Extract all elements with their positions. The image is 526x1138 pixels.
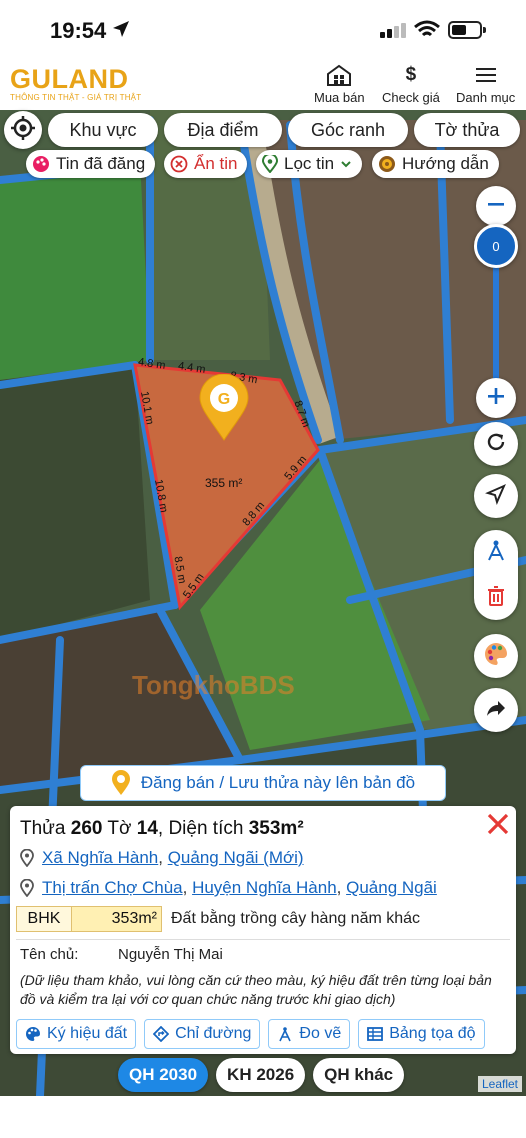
area-label: 355 m² [205, 476, 243, 490]
status-bar: 19:54 [0, 0, 526, 60]
post-parcel-button[interactable]: Đăng bán / Lưu thửa này lên bản đồ [80, 765, 446, 801]
navigation-arrow-icon [485, 483, 507, 510]
close-card-button[interactable] [484, 810, 512, 838]
refresh-button[interactable] [474, 422, 518, 466]
svg-text:G: G [218, 391, 230, 408]
mua-ban-button[interactable]: Mua bán [314, 64, 365, 105]
directions-icon [153, 1026, 170, 1042]
table-icon [367, 1026, 384, 1042]
trash-icon[interactable] [486, 585, 506, 612]
disclaimer-note: (Dữ liệu tham khảo, vui lòng căn cứ theo… [20, 972, 492, 1007]
land-code-badge: BHK [16, 906, 72, 932]
danh-muc-button[interactable]: Danh mục [456, 64, 515, 105]
guland-logo[interactable]: GULAND THÔNG TIN THẬT - GIÁ TRỊ THẬT [10, 64, 141, 102]
navigate-button[interactable] [474, 474, 518, 518]
posted-listings-chip[interactable]: Tin đã đăng [26, 150, 156, 178]
tab-dia-diem[interactable]: Địa điểm [164, 113, 282, 147]
chevron-down-icon [340, 154, 352, 174]
share-arrow-icon [485, 697, 507, 724]
province-link[interactable]: Quảng Ngãi [346, 878, 437, 898]
plus-icon [486, 386, 506, 411]
palette-icon [32, 155, 50, 173]
plan-tabs: QH 2030 KH 2026 QH khác [118, 1058, 412, 1092]
owner-label: Tên chủ: [20, 946, 79, 963]
zoom-in-button[interactable] [476, 378, 516, 418]
refresh-icon [485, 431, 507, 458]
house-grid-icon [314, 64, 365, 86]
check-gia-button[interactable]: $ Check giá [382, 64, 440, 105]
tab-goc-ranh[interactable]: Góc ranh [288, 113, 408, 147]
zoom-slider-knob[interactable]: 0 [474, 224, 518, 268]
tab-kh-2026[interactable]: KH 2026 [216, 1058, 306, 1092]
dollar-icon: $ [405, 64, 417, 85]
leaflet-attribution[interactable]: Leaflet [477, 1076, 522, 1092]
share-button[interactable] [474, 688, 518, 732]
tab-to-thua[interactable]: Tờ thửa [414, 113, 520, 147]
location-pin-icon [20, 879, 34, 897]
parcel-info-card: Thửa 260 Tờ 14, Diện tích 353m² Xã Nghĩa… [10, 806, 516, 1054]
divider [16, 939, 510, 940]
location-pin-icon [20, 849, 34, 867]
map-pin-icon [262, 155, 278, 173]
hide-listings-chip[interactable]: Ẩn tin [164, 150, 248, 178]
zoom-out-button[interactable] [476, 186, 516, 226]
compass-icon [277, 1026, 293, 1042]
hamburger-icon [456, 64, 515, 86]
directions-button[interactable]: Chỉ đường [144, 1019, 261, 1049]
coordinate-table-button[interactable]: Bảng tọa độ [358, 1019, 485, 1049]
filter-listings-chip[interactable]: Lọc tin [256, 150, 363, 178]
action-buttons: Ký hiệu đất Chỉ đường Đo vẽ Bảng tọa độ [16, 1019, 493, 1049]
draw-tools-group [474, 530, 518, 620]
guide-chip[interactable]: Hướng dẫn [372, 150, 499, 178]
watermark: TongkhoBDS [132, 670, 295, 700]
ward-link[interactable]: Xã Nghĩa Hành [42, 848, 158, 868]
signal-icon [380, 22, 408, 43]
battery-icon [448, 21, 486, 39]
address-new: Xã Nghĩa Hành, Quảng Ngãi (Mới) [20, 848, 304, 868]
address-old: Thị trấn Chợ Chùa, Huyện Nghĩa Hành, Quả… [20, 878, 437, 898]
palette-icon [25, 1026, 41, 1042]
town-link[interactable]: Thị trấn Chợ Chùa [42, 878, 183, 898]
map-marker-icon [111, 770, 131, 796]
tab-qh-khac[interactable]: QH khác [313, 1058, 405, 1092]
tab-khu-vuc[interactable]: Khu vực [48, 113, 158, 147]
clock: 19:54 [50, 18, 107, 43]
province-link[interactable]: Quảng Ngãi (Mới) [168, 848, 304, 868]
app-header: GULAND THÔNG TIN THẬT - GIÁ TRỊ THẬT Mua… [0, 60, 526, 110]
district-link[interactable]: Huyện Nghĩa Hành [192, 878, 337, 898]
land-type-desc: Đất bằng trồng cây hàng năm khác [171, 910, 421, 927]
location-arrow-icon [112, 20, 130, 43]
wifi-icon [414, 20, 440, 45]
palette-icon [483, 641, 509, 672]
measure-tool-icon[interactable] [484, 539, 508, 568]
target-icon [378, 155, 396, 173]
measure-button[interactable]: Đo vẽ [268, 1019, 351, 1049]
parcel-title: Thửa 260 Tờ 14, Diện tích 353m² [20, 818, 304, 839]
map-layers-button[interactable] [474, 634, 518, 678]
land-symbol-button[interactable]: Ký hiệu đất [16, 1019, 137, 1049]
minus-icon [486, 194, 506, 219]
parcel-marker-icon[interactable]: G [199, 373, 249, 447]
close-circle-icon [170, 155, 188, 173]
land-area-badge: 353m² [72, 906, 162, 932]
tab-qh-2030[interactable]: QH 2030 [118, 1058, 209, 1092]
bottom-safe-area [0, 1096, 526, 1138]
locate-me-button[interactable] [4, 111, 42, 149]
land-type-row: BHK 353m² Đất bằng trồng cây hàng năm kh… [16, 906, 420, 932]
owner-name: Nguyễn Thị Mai [118, 946, 223, 963]
close-icon [484, 813, 512, 842]
crosshair-icon [10, 115, 36, 146]
